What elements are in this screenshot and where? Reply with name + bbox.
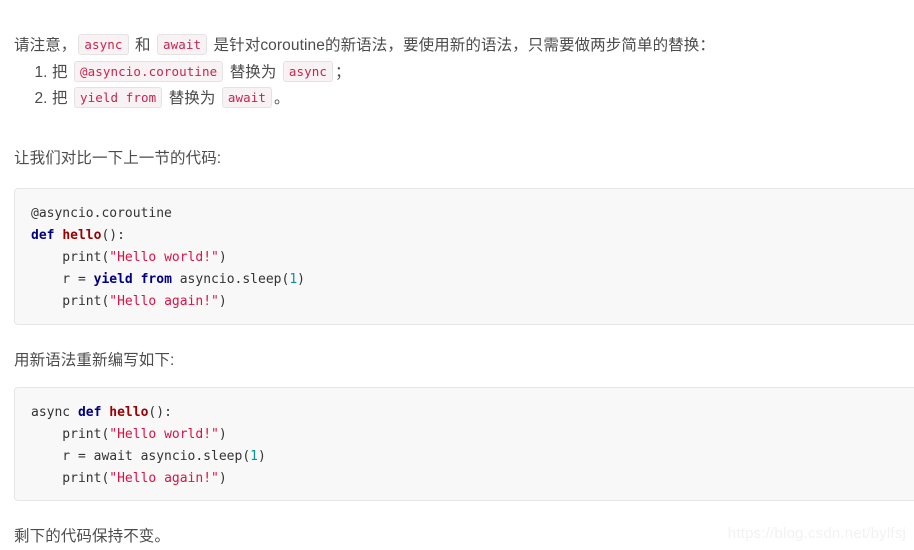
code-token-plain: )	[218, 250, 227, 265]
code-line: r = yield from asyncio.sleep(1)	[31, 269, 914, 291]
inline-code-await-replacement: await	[221, 87, 273, 108]
article-page: 请注意， async 和 await 是针对coroutine的新语法，要使用新的…	[0, 0, 914, 550]
code-token-fn: hello	[62, 228, 102, 243]
code-token-kw: def	[77, 405, 102, 420]
inline-code-asyncio-coroutine: @asyncio.coroutine	[74, 61, 224, 82]
code-token-plain: print(	[31, 471, 110, 486]
intro-text-middle: 和	[130, 36, 155, 54]
step-prefix: 把	[52, 64, 73, 81]
replacement-steps-list: 把 @asyncio.coroutine 替换为 async； 把 yield …	[14, 60, 351, 112]
watermark-text: https://blog.csdn.net/bylfsj	[727, 525, 906, 542]
list-item: 把 yield from 替换为 await。	[52, 86, 351, 112]
code-token-kw: yield from	[93, 272, 172, 287]
step-suffix: ；	[335, 64, 351, 81]
code-token-plain: print(	[31, 427, 110, 442]
code-token-plain: print(	[31, 294, 110, 309]
code-token-str: "Hello again!"	[109, 294, 219, 309]
intro-paragraph: 请注意， async 和 await 是针对coroutine的新语法，要使用新的…	[14, 33, 715, 57]
inline-code-async: async	[78, 33, 129, 55]
code-line: r = await asyncio.sleep(1)	[31, 446, 914, 468]
code-token-plain: async	[31, 405, 78, 420]
closing-paragraph: 剩下的代码保持不变。	[14, 527, 171, 545]
code-token-punc: ():	[101, 228, 125, 243]
code-token-plain: asyncio.sleep(	[171, 272, 290, 287]
code-token-punc: ():	[148, 405, 172, 420]
intro-text-after: 是针对coroutine的新语法，要使用新的语法，只需要做两步简单的替换：	[209, 36, 715, 54]
code-token-plain: r =	[31, 272, 94, 287]
code-token-plain: )	[218, 427, 227, 442]
code-token-kw: def	[31, 228, 55, 243]
code-token-plain: print(	[31, 250, 110, 265]
step-middle: 替换为	[225, 64, 281, 81]
code-token-num: 1	[250, 449, 258, 464]
list-item: 把 @asyncio.coroutine 替换为 async；	[52, 60, 351, 86]
code-token-str: "Hello world!"	[109, 427, 219, 442]
code-block-new-syntax[interactable]: async def hello(): print("Hello world!")…	[14, 387, 914, 501]
code-line: print("Hello world!")	[31, 247, 914, 269]
code-line: async def hello():	[31, 402, 914, 424]
inline-code-await: await	[156, 33, 208, 55]
code-line: print("Hello world!")	[31, 424, 914, 446]
code-token-plain: )	[218, 294, 227, 309]
step-prefix: 把	[52, 90, 73, 107]
code-token-fn: hello	[109, 405, 149, 420]
step-middle: 替换为	[164, 90, 220, 107]
inline-code-yield-from: yield from	[74, 87, 163, 108]
code-token-str: "Hello again!"	[109, 471, 219, 486]
code-line: print("Hello again!")	[31, 291, 914, 313]
code-block-old-syntax[interactable]: @asyncio.coroutine def hello(): print("He…	[14, 188, 914, 325]
code-line: @asyncio.coroutine	[31, 203, 914, 225]
compare-caption: 让我们对比一下上一节的代码:	[14, 149, 222, 167]
code-token-plain: )	[257, 449, 266, 464]
code-token-num: 1	[289, 272, 298, 287]
rewrite-caption: 用新语法重新编写如下:	[14, 351, 175, 369]
code-line: def hello():	[31, 225, 914, 247]
step-suffix: 。	[274, 90, 290, 107]
code-token-plain: )	[218, 471, 227, 486]
inline-code-async-replacement: async	[282, 61, 334, 82]
code-token-plain: )	[297, 272, 305, 287]
code-token-plain: r = await asyncio.sleep(	[31, 449, 251, 464]
code-token-str: "Hello world!"	[109, 250, 219, 265]
code-line: print("Hello again!")	[31, 468, 914, 490]
code-token-dec: @asyncio.coroutine	[31, 206, 172, 221]
intro-text-before: 请注意，	[14, 36, 77, 54]
